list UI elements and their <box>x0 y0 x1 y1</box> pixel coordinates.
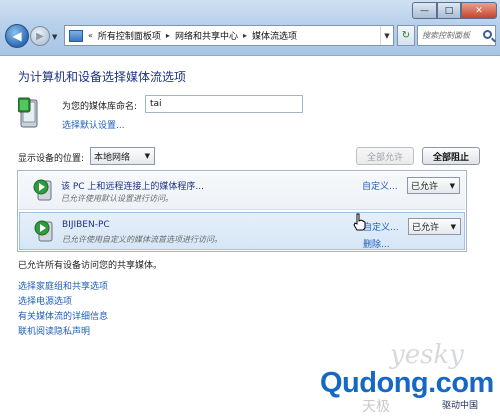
library-name-field[interactable] <box>145 95 303 113</box>
device-location-label: 显示设备的位置: <box>18 154 85 164</box>
device-description: 已允许使用自定义的媒体流首选项进行访问。 <box>62 235 222 244</box>
device-row-bijiben-pc[interactable]: BIJIBEN-PC 已允许使用自定义的媒体流首选项进行访问。 自定义... 删… <box>19 212 465 250</box>
breadcrumb-separator-icon[interactable]: ▸ <box>166 31 170 40</box>
breadcrumb-media-streaming-options[interactable]: 媒体流选项 <box>252 29 297 42</box>
library-name-label: 为您的媒体库命名: <box>62 102 138 112</box>
refresh-icon: ↻ <box>401 30 411 41</box>
device-permission-value: 已允许 <box>412 223 440 233</box>
device-location-value: 本地网络 <box>94 152 131 163</box>
customize-link[interactable]: 自定义... <box>363 220 399 233</box>
breadcrumb-all-control-panel-items[interactable]: 所有控制面板项 <box>98 29 161 42</box>
remove-link[interactable]: 删除... <box>363 237 390 250</box>
pc-device-icon <box>34 220 53 242</box>
device-row-media-programs[interactable]: 该 PC 上和远程连接上的媒体程序... 已允许使用默认设置进行访问。 自定义.… <box>19 172 465 210</box>
forward-arrow-icon: ▶ <box>36 30 44 42</box>
yesky-watermark: yesky <box>390 340 464 370</box>
hand-cursor-icon <box>353 213 366 231</box>
privacy-statement-link[interactable]: 联机阅读隐私声明 <box>18 324 108 339</box>
media-server-icon <box>18 97 38 128</box>
search-box[interactable] <box>417 25 496 46</box>
qudong-china-watermark: 驱动中国 <box>442 401 479 411</box>
search-icon[interactable] <box>483 30 492 39</box>
media-device-icon <box>33 179 52 201</box>
qudong-watermark: Qudong.com <box>320 367 494 399</box>
allowed-status-text: 已允许所有设备访问您的共享媒体。 <box>18 261 163 271</box>
device-permission-value: 已允许 <box>411 182 439 192</box>
device-permission-select[interactable]: 已允许 ▼ <box>408 218 461 235</box>
block-all-button[interactable]: 全部阻止 <box>422 147 480 165</box>
address-bar[interactable]: « 所有控制面板项 ▸ 网络和共享中心 ▸ 媒体流选项 ▼ <box>64 25 394 46</box>
address-dropdown-button[interactable]: ▼ <box>380 26 393 45</box>
control-panel-icon <box>69 29 83 42</box>
chevron-down-icon: ▼ <box>450 223 456 231</box>
breadcrumb-separator-icon[interactable]: ▸ <box>243 31 247 40</box>
search-input[interactable] <box>422 31 480 40</box>
media-streaming-info-link[interactable]: 有关媒体流的详细信息 <box>18 309 108 324</box>
recent-pages-dropdown[interactable]: ▼ <box>52 33 57 41</box>
forward-button[interactable]: ▶ <box>30 26 50 46</box>
chevron-down-icon: ▼ <box>449 182 455 190</box>
related-links: 选择家庭组和共享选项 选择电源选项 有关媒体流的详细信息 联机阅读隐私声明 <box>18 279 108 339</box>
device-location-select[interactable]: 本地网络 ▼ <box>90 147 155 165</box>
back-button[interactable]: ◀ <box>5 24 29 48</box>
back-arrow-icon: ◀ <box>12 29 22 43</box>
breadcrumb-overflow[interactable]: « <box>88 31 93 40</box>
device-name: 该 PC 上和远程连接上的媒体程序... <box>61 182 205 192</box>
device-description: 已允许使用默认设置进行访问。 <box>61 194 173 203</box>
page-title: 为计算机和设备选择媒体流选项 <box>18 70 187 84</box>
window-titlebar: — □ ✕ ◀ ▶ ▼ « 所有控制面板项 ▸ 网络和共享中心 ▸ 媒体流选项 … <box>0 0 500 56</box>
allow-all-button[interactable]: 全部允许 <box>356 147 414 165</box>
customize-link[interactable]: 自定义... <box>362 179 398 192</box>
minimize-button[interactable]: — <box>412 2 437 19</box>
chevron-down-icon: ▼ <box>144 152 150 160</box>
breadcrumb-network-sharing-center[interactable]: 网络和共享中心 <box>175 29 238 42</box>
device-name: BIJIBEN-PC <box>62 220 110 230</box>
device-list: 该 PC 上和远程连接上的媒体程序... 已允许使用默认设置进行访问。 自定义.… <box>17 170 467 252</box>
maximize-button[interactable]: □ <box>437 2 461 19</box>
refresh-button[interactable]: ↻ <box>397 25 415 46</box>
power-options-link[interactable]: 选择电源选项 <box>18 294 108 309</box>
homegroup-sharing-link[interactable]: 选择家庭组和共享选项 <box>18 279 108 294</box>
device-permission-select[interactable]: 已允许 ▼ <box>407 177 460 194</box>
tianji-watermark: 天极 <box>362 399 390 415</box>
close-button[interactable]: ✕ <box>461 2 497 19</box>
choose-default-settings-link[interactable]: 选择默认设置... <box>62 118 125 131</box>
